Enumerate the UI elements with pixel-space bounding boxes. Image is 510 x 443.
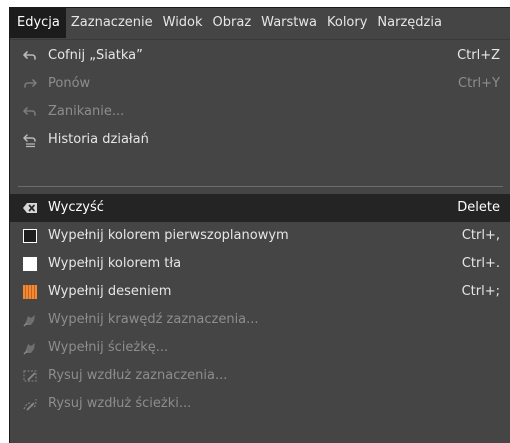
menu-item-history[interactable]: Historia działań bbox=[10, 126, 510, 154]
clear-icon bbox=[22, 200, 38, 216]
menubar-select[interactable]: Zaznaczenie bbox=[66, 8, 158, 38]
stroke-path-icon bbox=[22, 396, 38, 412]
menu-item-fade[interactable]: Zanikanie... bbox=[10, 98, 510, 126]
menu-item-label: Cofnij „Siatka” bbox=[48, 48, 143, 63]
menubar: Edycja Zaznaczenie Widok Obraz Warstwa K… bbox=[10, 8, 510, 38]
menu-item-stroke-path[interactable]: Rysuj wzdłuż ścieżki... bbox=[10, 390, 510, 418]
menu-item-label: Wypełnij krawędź zaznaczenia... bbox=[48, 312, 259, 327]
menu-item-label: Rysuj wzdłuż zaznaczenia... bbox=[48, 368, 228, 383]
menubar-edit[interactable]: Edycja bbox=[10, 8, 66, 38]
stroke-selection-icon bbox=[22, 368, 38, 384]
menu-item-shortcut: Ctrl+, bbox=[461, 228, 500, 243]
menu-item-label: Wypełnij kolorem tła bbox=[48, 256, 182, 271]
menu-item-label: Wyczyść bbox=[48, 200, 104, 215]
menu-item-shortcut: Ctrl+Z bbox=[457, 48, 500, 63]
fill-path-icon bbox=[22, 340, 38, 356]
menu-item-label: Rysuj wzdłuż ścieżki... bbox=[48, 396, 192, 411]
undo-icon bbox=[22, 48, 38, 64]
redo-icon bbox=[22, 76, 38, 92]
menu-item-shortcut: Ctrl+Y bbox=[458, 76, 500, 91]
menu-item-shortcut: Ctrl+. bbox=[461, 256, 500, 271]
fade-icon bbox=[22, 104, 38, 120]
menu-item-fill-bg[interactable]: Wypełnij kolorem tła Ctrl+. bbox=[10, 250, 510, 278]
bg-color-swatch-icon bbox=[22, 256, 38, 272]
menu-item-clear[interactable]: Wyczyść Delete bbox=[10, 194, 510, 222]
menu-item-label: Historia działań bbox=[48, 132, 149, 147]
menu-item-label: Wypełnij ścieżkę... bbox=[48, 340, 169, 355]
stroke-selection-fill-icon bbox=[22, 312, 38, 328]
menu-item-stroke-selection[interactable]: Rysuj wzdłuż zaznaczenia... bbox=[10, 362, 510, 390]
menu-item-fill-selection-outline[interactable]: Wypełnij krawędź zaznaczenia... bbox=[10, 306, 510, 334]
menu-item-fill-path[interactable]: Wypełnij ścieżkę... bbox=[10, 334, 510, 362]
menubar-layer[interactable]: Warstwa bbox=[256, 8, 322, 38]
menu-item-redo[interactable]: Ponów Ctrl+Y bbox=[10, 70, 510, 98]
menu-item-label: Wypełnij deseniem bbox=[48, 284, 172, 299]
menu-item-fill-fg[interactable]: Wypełnij kolorem pierwszoplanowym Ctrl+, bbox=[10, 222, 510, 250]
fg-color-swatch-icon bbox=[22, 228, 38, 244]
pattern-swatch-icon bbox=[22, 284, 38, 300]
history-icon bbox=[22, 132, 38, 148]
menubar-colors[interactable]: Kolory bbox=[322, 8, 372, 38]
menu-separator bbox=[18, 186, 503, 187]
menu-item-fill-pattern[interactable]: Wypełnij deseniem Ctrl+; bbox=[10, 278, 510, 306]
menu-item-label: Ponów bbox=[48, 76, 91, 91]
menu-item-label: Wypełnij kolorem pierwszoplanowym bbox=[48, 228, 289, 243]
menu-item-shortcut: Delete bbox=[457, 200, 500, 215]
app-window: Edycja Zaznaczenie Widok Obraz Warstwa K… bbox=[9, 7, 510, 443]
menubar-image[interactable]: Obraz bbox=[208, 8, 257, 38]
menu-item-shortcut: Ctrl+; bbox=[461, 284, 500, 299]
menu-item-undo[interactable]: Cofnij „Siatka” Ctrl+Z bbox=[10, 42, 510, 70]
menu-item-label: Zanikanie... bbox=[48, 104, 125, 119]
menubar-tools[interactable]: Narzędzia bbox=[372, 8, 447, 38]
menubar-view[interactable]: Widok bbox=[158, 8, 208, 38]
edit-menu-dropdown: Cofnij „Siatka” Ctrl+Z Ponów Ctrl+Y Zani… bbox=[10, 39, 510, 443]
